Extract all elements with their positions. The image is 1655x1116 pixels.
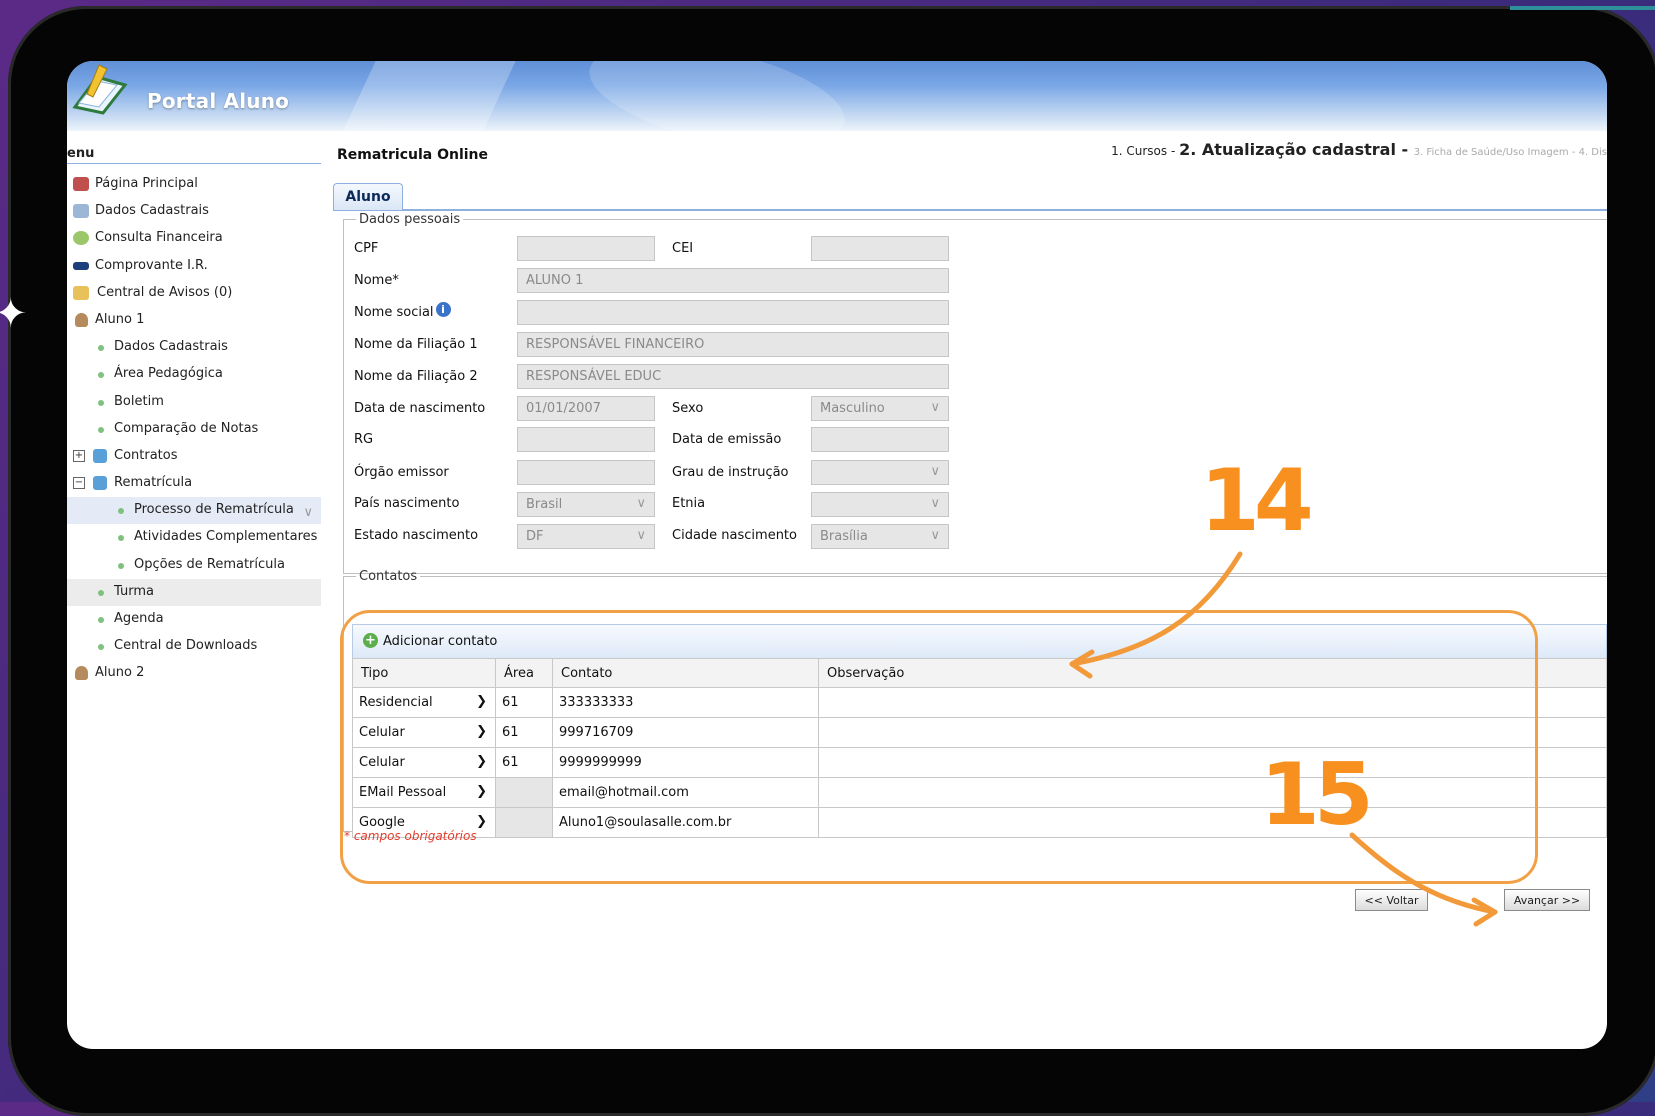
sidebar-subitem-area-pedagogica[interactable]: Área Pedagógica: [67, 361, 321, 388]
estado-label: Estado nascimento: [354, 528, 479, 543]
rg-input[interactable]: [517, 427, 655, 452]
book-icon: [93, 448, 107, 463]
etnia-select[interactable]: [811, 492, 949, 517]
grau-select[interactable]: [811, 460, 949, 485]
filiacao2-input[interactable]: RESPONSÁVEL EDUC: [517, 364, 949, 389]
bullet-icon: [118, 562, 124, 569]
sidebar-subitem-contratos[interactable]: + Contratos: [67, 443, 321, 470]
orgao-input[interactable]: [517, 460, 655, 485]
nome-social-input[interactable]: [517, 300, 949, 325]
contatos-legend: Contatos: [359, 569, 418, 584]
sidebar-subitem-opcoes-rematricula[interactable]: Opções de Rematrícula: [67, 552, 321, 579]
sidebar-subitem-agenda[interactable]: Agenda: [67, 606, 321, 633]
sidebar-subitem-boletim[interactable]: Boletim: [67, 389, 321, 416]
bullet-icon: [118, 535, 124, 542]
user-icon: [75, 312, 88, 327]
notice-icon: [73, 285, 89, 300]
sexo-label: Sexo: [672, 401, 704, 416]
dados-pessoais-legend: Dados pessoais: [359, 212, 461, 227]
bullet-icon: [118, 508, 124, 515]
sidebar-menu: Página Principal Dados Cadastrais Consul…: [67, 171, 321, 688]
sidebar-item-central-avisos[interactable]: Central de Avisos (0): [67, 280, 321, 307]
step-15-marker: 15: [1260, 745, 1374, 845]
portal-title: Portal Aluno: [147, 89, 290, 113]
book-icon: [93, 476, 107, 491]
step-14-marker: 14: [1200, 451, 1314, 551]
home-icon: [73, 177, 89, 191]
bullet-icon: [98, 345, 104, 352]
sidebar-item-dados-cadastrais[interactable]: Dados Cadastrais: [67, 198, 321, 225]
sidebar-item-aluno-1[interactable]: Aluno 1: [67, 307, 321, 334]
sidebar-item-comprovante-ir[interactable]: Comprovante I.R.: [67, 253, 321, 280]
nome-social-text: Nome social: [354, 305, 434, 320]
nome-social-label: Nome social i: [354, 302, 451, 320]
emissao-input[interactable]: [811, 427, 949, 452]
decorative-strip: [1510, 6, 1655, 10]
bullet-icon: [98, 399, 104, 406]
sparkle-icon: ✦: [0, 291, 28, 337]
dados-pessoais-fieldset: Dados pessoais: [343, 212, 1607, 574]
graduation-cap-icon: [73, 261, 89, 270]
step-separator: -: [1167, 144, 1180, 158]
pais-label: País nascimento: [354, 496, 460, 511]
nascimento-label: Data de nascimento: [354, 401, 486, 416]
orgao-label: Órgão emissor: [354, 465, 449, 480]
collapse-icon[interactable]: −: [73, 477, 85, 490]
filiacao1-label: Nome da Filiação 1: [354, 337, 478, 352]
bullet-icon: [98, 589, 104, 596]
nome-label: Nome*: [354, 273, 399, 288]
step-3: 3. Ficha de Saúde/Uso Imagem - 4. Dis: [1413, 147, 1607, 158]
bullet-icon: [98, 426, 104, 433]
sexo-select[interactable]: Masculino: [811, 396, 949, 421]
cei-input[interactable]: [811, 236, 949, 261]
sidebar-item-pagina-principal[interactable]: Página Principal: [67, 171, 321, 198]
app-screen: Portal Aluno enu Página Principal Dados …: [67, 61, 1607, 1049]
etnia-label: Etnia: [672, 496, 706, 511]
filiacao1-input[interactable]: RESPONSÁVEL FINANCEIRO: [517, 332, 949, 357]
sidebar-subitem-central-downloads[interactable]: Central de Downloads: [67, 633, 321, 660]
filiacao2-label: Nome da Filiação 2: [354, 369, 478, 384]
back-button[interactable]: << Voltar: [1355, 889, 1428, 911]
grau-label: Grau de instrução: [672, 465, 789, 480]
cidade-select[interactable]: Brasília: [811, 524, 949, 549]
bullet-icon: [98, 644, 104, 651]
bullet-icon: [98, 617, 104, 623]
info-icon[interactable]: i: [435, 302, 451, 317]
nascimento-input[interactable]: 01/01/2007: [517, 396, 655, 421]
sidebar-subitem-rematricula[interactable]: − Rematrícula: [67, 470, 321, 497]
expand-icon[interactable]: +: [73, 449, 85, 462]
id-card-icon: [73, 204, 89, 219]
nome-input[interactable]: ALUNO 1: [517, 268, 949, 293]
step-separator: -: [1395, 140, 1414, 159]
portal-logo-icon: [72, 64, 128, 115]
emissao-label: Data de emissão: [672, 432, 782, 447]
sidebar-subitem-turma[interactable]: Turma: [67, 578, 321, 606]
sidebar-subitem-processo-rematricula[interactable]: Processo de Rematrícula: [67, 497, 321, 526]
portal-header: Portal Aluno: [67, 61, 1607, 168]
sidebar-subitem-dados-cadastrais[interactable]: Dados Cadastrais: [67, 334, 321, 361]
tab-bar: Aluno: [333, 183, 1607, 211]
cidade-label: Cidade nascimento: [672, 528, 797, 543]
tab-aluno[interactable]: Aluno: [333, 183, 403, 210]
pais-select[interactable]: Brasil: [517, 492, 655, 517]
next-button[interactable]: Avançar >>: [1504, 889, 1590, 911]
step-2-current: 2. Atualização cadastral: [1179, 140, 1396, 159]
sidebar-subitem-comparacao-notas[interactable]: Comparação de Notas: [67, 416, 321, 443]
wizard-steps: 1. Cursos - 2. Atualização cadastral - 3…: [1111, 140, 1607, 159]
step-1[interactable]: 1. Cursos: [1111, 144, 1167, 158]
bullet-icon: [98, 372, 104, 379]
money-icon: [73, 231, 89, 246]
cei-label: CEI: [672, 241, 694, 256]
menu-title: enu: [67, 146, 321, 164]
cpf-input[interactable]: [517, 236, 655, 261]
estado-select[interactable]: DF: [517, 524, 655, 549]
rg-label: RG: [354, 432, 374, 447]
sidebar-subitem-atividades-complementares[interactable]: Atividades Complementares: [67, 524, 321, 551]
cpf-label: CPF: [354, 241, 379, 256]
user-icon: [75, 666, 88, 681]
sidebar-item-consulta-financeira[interactable]: Consulta Financeira: [67, 225, 321, 252]
sidebar-item-aluno-2[interactable]: Aluno 2: [67, 660, 321, 687]
page-title: Rematricula Online: [337, 147, 489, 163]
